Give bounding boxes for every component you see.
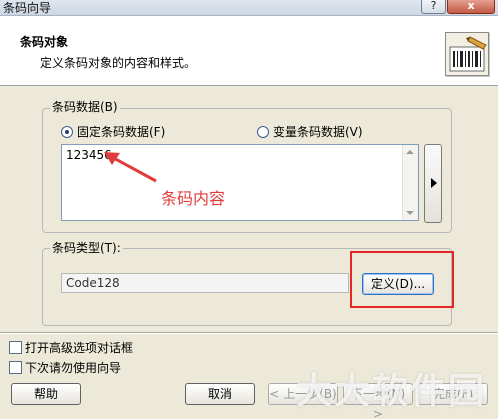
advanced-dialog-checkbox[interactable]: 打开高级选项对话框 bbox=[9, 339, 133, 356]
vertical-scrollbar[interactable] bbox=[402, 145, 418, 220]
insert-field-button[interactable] bbox=[424, 144, 442, 223]
window-title: 条码向导 bbox=[3, 1, 52, 15]
barcode-type-value: Code128 bbox=[66, 276, 120, 290]
main-panel: 条码数据(B) 固定条码数据(F) 变量条码数据(V) 123456 条码内容 … bbox=[0, 87, 498, 332]
annotation-arrow-icon bbox=[104, 152, 157, 183]
define-button[interactable]: 定义(D)... bbox=[362, 273, 434, 295]
barcode-type-field[interactable]: Code128 bbox=[61, 273, 349, 293]
scroll-down-icon[interactable] bbox=[406, 211, 414, 215]
checkbox-icon[interactable] bbox=[9, 361, 22, 374]
radio-variable-data[interactable]: 变量条码数据(V) bbox=[257, 123, 363, 140]
barcode-type-label: 条码类型(T): bbox=[50, 241, 123, 255]
page-title: 条码对象 bbox=[20, 35, 69, 49]
annotation-text: 条码内容 bbox=[161, 189, 226, 208]
radio-fixed-label: 固定条码数据(F) bbox=[77, 125, 166, 139]
barcode-wizard-icon bbox=[445, 32, 489, 76]
radio-fixed-data[interactable]: 固定条码数据(F) bbox=[61, 123, 165, 140]
radio-selected-icon[interactable] bbox=[61, 125, 73, 138]
finish-button[interactable]: 完成(F) bbox=[418, 383, 488, 405]
scroll-up-icon[interactable] bbox=[406, 150, 414, 154]
prev-button[interactable]: < 上一步(B) bbox=[268, 383, 338, 405]
help-icon[interactable]: ? bbox=[421, 0, 446, 14]
page-subtitle: 定义条码对象的内容和样式。 bbox=[40, 56, 197, 70]
dont-use-wizard-label: 下次请勿使用向导 bbox=[25, 361, 122, 375]
barcode-data-label: 条码数据(B) bbox=[50, 100, 120, 114]
title-bar: 条码向导 ? x bbox=[0, 0, 498, 16]
radio-variable-label: 变量条码数据(V) bbox=[273, 125, 363, 139]
radio-unselected-icon[interactable] bbox=[257, 125, 269, 138]
checkbox-icon[interactable] bbox=[9, 341, 22, 354]
next-button[interactable]: 下一步(N) > bbox=[343, 383, 413, 419]
footer-separator bbox=[0, 332, 498, 334]
play-arrow-icon bbox=[431, 178, 437, 188]
help-button[interactable]: 帮助 bbox=[11, 383, 81, 405]
dont-use-wizard-checkbox[interactable]: 下次请勿使用向导 bbox=[9, 359, 121, 376]
advanced-dialog-label: 打开高级选项对话框 bbox=[25, 341, 134, 355]
close-icon[interactable]: x bbox=[447, 0, 495, 14]
wizard-header: 条码对象 定义条码对象的内容和样式。 bbox=[0, 16, 498, 86]
cancel-button[interactable]: 取消 bbox=[185, 383, 255, 405]
